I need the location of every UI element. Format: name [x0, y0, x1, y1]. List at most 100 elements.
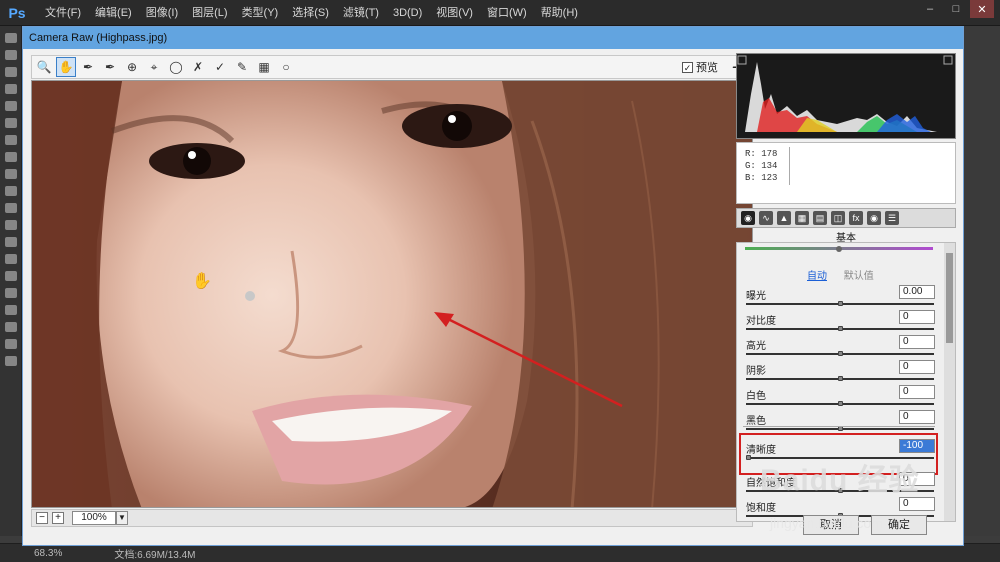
lens-tab-icon[interactable]: ◫	[831, 211, 845, 225]
slider-value-field[interactable]: 0	[899, 310, 935, 324]
text-tool-icon[interactable]	[5, 288, 17, 298]
zoom-tool-icon[interactable]	[5, 356, 17, 366]
slider-value-field[interactable]: 0.00	[899, 285, 935, 299]
radial-filter-icon[interactable]: ○	[276, 57, 296, 77]
slider-thumb[interactable]	[837, 326, 843, 331]
menu-view[interactable]: 视图(V)	[429, 0, 480, 26]
slider-contrast: 对比度 0	[737, 310, 942, 335]
slider-label: 饱和度	[746, 503, 776, 514]
menu-image[interactable]: 图像(I)	[139, 0, 185, 26]
shadow-clipping-icon[interactable]	[737, 55, 747, 65]
slider-thumb[interactable]	[837, 401, 843, 406]
split-toning-tab-icon[interactable]: ▤	[813, 211, 827, 225]
hsl-tab-icon[interactable]: ▦	[795, 211, 809, 225]
status-zoom: 68.3%	[34, 547, 63, 559]
gradient-tool-icon[interactable]	[5, 220, 17, 230]
menu-file[interactable]: 文件(F)	[38, 0, 88, 26]
slider-value-field[interactable]: 0	[899, 410, 935, 424]
slider-value-field[interactable]: 0	[899, 360, 935, 374]
eraser-tool-icon[interactable]	[5, 203, 17, 213]
camera-calibration-tab-icon[interactable]: ◉	[867, 211, 881, 225]
auto-link[interactable]: 自动	[807, 271, 827, 282]
detail-tab-icon[interactable]: ▲	[777, 211, 791, 225]
menu-3d[interactable]: 3D(D)	[386, 0, 429, 26]
menu-window[interactable]: 窗口(W)	[480, 0, 534, 26]
slider-blacks: 黑色 0	[737, 410, 942, 435]
blur-tool-icon[interactable]	[5, 237, 17, 247]
slider-value-field[interactable]: 0	[899, 335, 935, 349]
white-balance-icon[interactable]: ✒	[78, 57, 98, 77]
presets-tab-icon[interactable]: ☰	[885, 211, 899, 225]
targeted-adjust-icon[interactable]: ⊕	[122, 57, 142, 77]
basic-tab-icon[interactable]: ◉	[741, 211, 755, 225]
effects-tab-icon[interactable]: fx	[849, 211, 863, 225]
tint-slider-thumb[interactable]	[836, 246, 842, 252]
ps-right-panel	[964, 26, 1000, 536]
straighten-icon[interactable]: ◯	[166, 57, 186, 77]
menu-edit[interactable]: 编辑(E)	[88, 0, 139, 26]
hand-tool-icon[interactable]	[5, 339, 17, 349]
red-eye-icon[interactable]: ✓	[210, 57, 230, 77]
panel-scrollbar[interactable]	[944, 243, 955, 521]
eyedropper-tool-icon[interactable]	[5, 118, 17, 128]
slider-value-field[interactable]: 0	[899, 385, 935, 399]
crop-tool-icon[interactable]	[5, 101, 17, 111]
adjustment-brush-icon[interactable]: ✎	[232, 57, 252, 77]
b-value: 123	[761, 173, 778, 183]
color-sampler-icon[interactable]: ✒	[100, 57, 120, 77]
brush-tool-icon[interactable]	[5, 152, 17, 162]
menu-filter[interactable]: 滤镜(T)	[336, 0, 386, 26]
zoom-in-button[interactable]: +	[52, 512, 64, 524]
slider-label: 曝光	[746, 291, 766, 302]
menu-select[interactable]: 选择(S)	[285, 0, 336, 26]
panel-tabs: ◉ ∿ ▲ ▦ ▤ ◫ fx ◉ ☰	[736, 208, 956, 228]
preview-toggle[interactable]: ✓ 预览	[682, 59, 718, 75]
tone-curve-tab-icon[interactable]: ∿	[759, 211, 773, 225]
section-divider	[743, 426, 935, 427]
svg-text:✋: ✋	[192, 271, 212, 290]
slider-thumb[interactable]	[837, 351, 843, 356]
minimize-button[interactable]: –	[918, 0, 942, 18]
slider-value-field[interactable]: 0	[899, 497, 935, 511]
highlight-clipping-icon[interactable]	[943, 55, 953, 65]
crop-icon[interactable]: ⌖	[144, 57, 164, 77]
zoom-dropdown-icon[interactable]: ▼	[116, 511, 128, 525]
scrollbar-thumb[interactable]	[946, 253, 953, 343]
path-select-tool-icon[interactable]	[5, 305, 17, 315]
zoom-out-button[interactable]: −	[36, 512, 48, 524]
histogram-graph	[737, 55, 953, 132]
histogram	[736, 53, 956, 139]
slider-thumb[interactable]	[837, 376, 843, 381]
ps-menu: 文件(F) 编辑(E) 图像(I) 图层(L) 类型(Y) 选择(S) 滤镜(T…	[38, 0, 585, 26]
menu-help[interactable]: 帮助(H)	[534, 0, 585, 26]
spot-removal-icon[interactable]: ✗	[188, 57, 208, 77]
hand-icon[interactable]: ✋	[56, 57, 76, 77]
slider-highlights: 高光 0	[737, 335, 942, 360]
maximize-button[interactable]: □	[944, 0, 968, 18]
slider-shadows: 阴影 0	[737, 360, 942, 385]
quick-select-tool-icon[interactable]	[5, 84, 17, 94]
zoom-level[interactable]: 100%	[72, 511, 116, 525]
history-brush-tool-icon[interactable]	[5, 186, 17, 196]
slider-thumb[interactable]	[837, 301, 843, 306]
menu-type[interactable]: 类型(Y)	[235, 0, 286, 26]
g-label: G:	[745, 161, 756, 171]
healing-tool-icon[interactable]	[5, 135, 17, 145]
move-tool-icon[interactable]	[5, 33, 17, 43]
portrait-image: ✋	[32, 81, 752, 507]
shape-tool-icon[interactable]	[5, 322, 17, 332]
stamp-tool-icon[interactable]	[5, 169, 17, 179]
preview-checkbox[interactable]: ✓	[682, 61, 693, 73]
preview-label: 预览	[696, 62, 718, 74]
marquee-tool-icon[interactable]	[5, 50, 17, 60]
menu-layer[interactable]: 图层(L)	[185, 0, 234, 26]
graduated-filter-icon[interactable]: ▦	[254, 57, 274, 77]
rgb-readout: R: 178 G: 134 B: 123	[736, 142, 956, 204]
dodge-tool-icon[interactable]	[5, 254, 17, 264]
zoom-icon[interactable]: 🔍	[34, 57, 54, 77]
close-button[interactable]: ✕	[970, 0, 994, 18]
lasso-tool-icon[interactable]	[5, 67, 17, 77]
image-preview[interactable]: ✋	[31, 80, 753, 508]
default-link[interactable]: 默认值	[844, 271, 874, 282]
pen-tool-icon[interactable]	[5, 271, 17, 281]
